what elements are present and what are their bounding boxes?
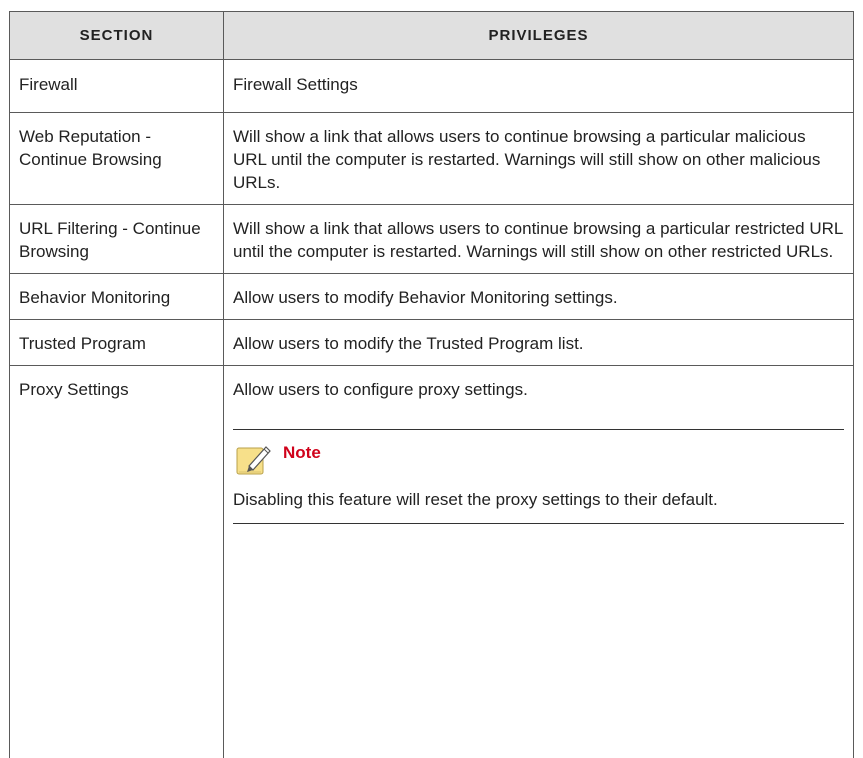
section-cell: Behavior Monitoring	[10, 274, 224, 320]
section-cell: Proxy Settings	[10, 366, 224, 758]
note-block: Note	[233, 430, 844, 484]
privileges-cell: Firewall Settings	[224, 60, 854, 113]
section-cell: Web Reputation - Continue Browsing	[10, 113, 224, 205]
privileges-cell: Will show a link that allows users to co…	[224, 113, 854, 205]
table-row: Trusted Program Allow users to modify th…	[10, 320, 854, 366]
privileges-cell: Allow users to modify Behavior Monitorin…	[224, 274, 854, 320]
privileges-text: Allow users to configure proxy settings.	[233, 378, 844, 401]
note-divider-bottom	[233, 523, 844, 524]
section-cell: Trusted Program	[10, 320, 224, 366]
note-pencil-icon	[235, 442, 277, 484]
note-body: Note	[277, 442, 844, 484]
table-row: URL Filtering - Continue Browsing Will s…	[10, 205, 854, 274]
privileges-cell: Will show a link that allows users to co…	[224, 205, 854, 274]
section-cell: URL Filtering - Continue Browsing	[10, 205, 224, 274]
header-privileges: Privileges	[224, 12, 854, 60]
table-row: Web Reputation - Continue Browsing Will …	[10, 113, 854, 205]
table-row: Firewall Firewall Settings	[10, 60, 854, 113]
header-section: Section	[10, 12, 224, 60]
note-text: Disabling this feature will reset the pr…	[233, 488, 844, 511]
table-header-row: Section Privileges	[10, 12, 854, 60]
privileges-cell: Allow users to modify the Trusted Progra…	[224, 320, 854, 366]
table-row: Behavior Monitoring Allow users to modif…	[10, 274, 854, 320]
note-title: Note	[283, 442, 844, 464]
table-row: Proxy Settings Allow users to configure …	[10, 366, 854, 758]
privileges-table: Section Privileges Firewall Firewall Set…	[9, 11, 854, 758]
section-cell: Firewall	[10, 60, 224, 113]
privileges-cell: Allow users to configure proxy settings.	[224, 366, 854, 758]
